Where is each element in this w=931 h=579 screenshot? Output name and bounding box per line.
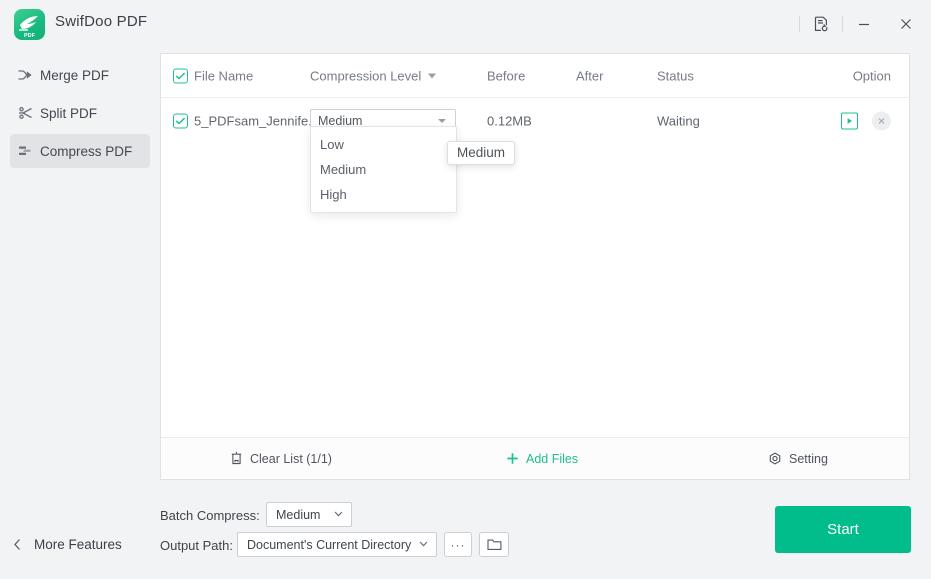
- column-file-name[interactable]: File Name: [194, 68, 253, 83]
- split-icon: [10, 106, 40, 120]
- swifdoo-compress-window: PDF SwifDoo PDF Merge PDF Split PDF Comp…: [0, 0, 931, 579]
- column-status[interactable]: Status: [657, 68, 694, 83]
- column-compression-level-label: Compression Level: [310, 68, 422, 83]
- sidebar-item-split-pdf[interactable]: Split PDF: [10, 96, 150, 130]
- open-folder-button[interactable]: [479, 532, 509, 557]
- start-row-icon[interactable]: [841, 112, 858, 130]
- folder-icon: [486, 539, 501, 550]
- sidebar-item-label: Split PDF: [40, 105, 98, 121]
- file-list-card: File Name Compression Level Before After…: [160, 53, 910, 480]
- row-status: Waiting: [657, 113, 700, 129]
- batch-compress-label: Batch Compress:: [160, 508, 260, 523]
- row-file-name: 5_PDFsam_Jennife...: [194, 113, 320, 129]
- sidebar-item-label: Merge PDF: [40, 67, 110, 83]
- add-files-label: Add Files: [526, 451, 579, 466]
- title-bar: PDF SwifDoo PDF: [0, 0, 931, 48]
- column-after[interactable]: After: [576, 68, 603, 83]
- app-title: SwifDoo PDF: [55, 13, 148, 30]
- compression-level-dropdown[interactable]: Low Medium High: [310, 126, 457, 213]
- compress-icon: [10, 144, 40, 158]
- chevron-down-icon: [419, 540, 428, 550]
- dropdown-option-low[interactable]: Low: [311, 132, 456, 157]
- remove-row-icon[interactable]: [872, 111, 891, 131]
- window-controls: [799, 6, 927, 42]
- minimize-icon[interactable]: [843, 6, 885, 42]
- trash-icon: [230, 451, 243, 466]
- setting-button[interactable]: Setting: [768, 452, 828, 466]
- sidebar-item-merge-pdf[interactable]: Merge PDF: [10, 58, 150, 92]
- output-path-label: Output Path:: [160, 538, 233, 553]
- gear-icon: [768, 451, 782, 466]
- close-icon[interactable]: [885, 6, 927, 42]
- dropdown-option-medium[interactable]: Medium: [311, 157, 456, 182]
- svg-text:PDF: PDF: [24, 33, 36, 39]
- dropdown-option-high[interactable]: High: [311, 182, 456, 207]
- plus-icon: [506, 452, 519, 465]
- row-options: [841, 111, 891, 131]
- merge-icon: [10, 68, 40, 82]
- select-all-checkbox[interactable]: [173, 68, 188, 83]
- card-footer-toolbar: Clear List (1/1) Add Files Setting: [161, 437, 909, 479]
- column-compression-level[interactable]: Compression Level: [310, 68, 437, 83]
- setting-label: Setting: [789, 451, 828, 466]
- sidebar-item-label: Compress PDF: [40, 143, 133, 159]
- clear-list-button[interactable]: Clear List (1/1): [230, 451, 332, 466]
- feedback-icon[interactable]: [800, 6, 842, 42]
- table-row[interactable]: 5_PDFsam_Jennife... Medium 0.12MB Waitin…: [161, 98, 909, 144]
- swifdoo-bird-logo-icon: PDF: [14, 9, 45, 40]
- chevron-down-icon: [438, 119, 446, 123]
- clear-list-label: Clear List (1/1): [250, 451, 332, 466]
- chevron-down-icon: [334, 510, 343, 520]
- output-path-value: Document's Current Directory: [247, 537, 412, 552]
- table-header: File Name Compression Level Before After…: [161, 54, 909, 98]
- batch-compress-select[interactable]: Medium: [266, 502, 352, 527]
- row-checkbox[interactable]: [173, 113, 188, 129]
- row-before-size: 0.12MB: [487, 113, 532, 129]
- column-option: Option: [852, 68, 891, 83]
- add-files-button[interactable]: Add Files: [506, 452, 578, 466]
- browse-dots-button[interactable]: ···: [444, 532, 472, 557]
- tooltip: Medium: [447, 141, 516, 165]
- column-before[interactable]: Before: [487, 68, 525, 83]
- batch-compress-value: Medium: [276, 507, 321, 522]
- start-button[interactable]: Start: [775, 506, 911, 553]
- output-path-select[interactable]: Document's Current Directory: [237, 532, 437, 557]
- sidebar-item-compress-pdf[interactable]: Compress PDF: [10, 134, 150, 168]
- sort-caret-icon[interactable]: [428, 73, 437, 78]
